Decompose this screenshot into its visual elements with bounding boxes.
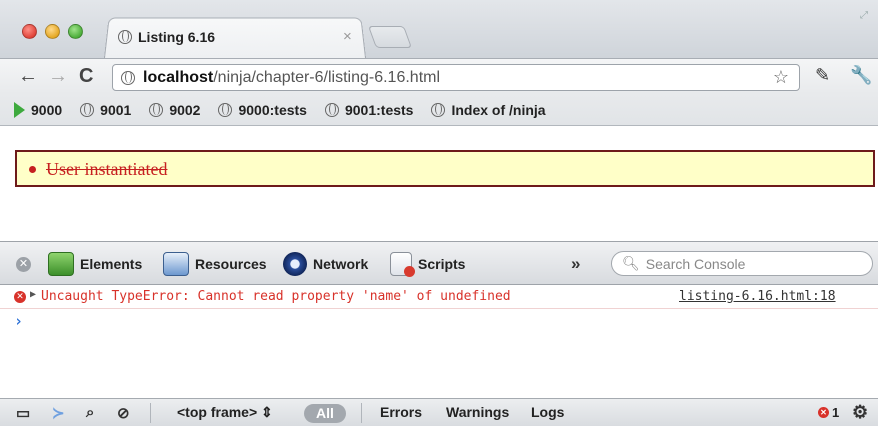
more-panels-button[interactable]: » xyxy=(571,254,580,274)
clear-console-icon[interactable]: ⊘ xyxy=(117,404,130,422)
gear-icon[interactable]: ⚙ xyxy=(852,402,868,423)
frame-selector[interactable]: <top frame> ⇕ xyxy=(177,404,273,421)
tab-close-icon[interactable]: × xyxy=(343,28,352,45)
tab-resources[interactable]: Resources xyxy=(163,251,267,277)
error-count: 1 xyxy=(832,405,840,420)
bookmark-item[interactable]: 9001:tests xyxy=(324,101,414,118)
error-source-link[interactable]: listing-6.16.html:18 xyxy=(679,289,836,304)
tab-elements[interactable]: Elements xyxy=(48,251,142,277)
tab-label: Elements xyxy=(80,256,143,272)
scripts-icon xyxy=(390,252,415,277)
console-prompt[interactable]: › xyxy=(14,312,23,330)
url-host: localhost xyxy=(143,68,214,86)
search-icon: 🔍︎ xyxy=(622,255,640,271)
bookmark-label: 9001 xyxy=(100,101,132,118)
back-button[interactable]: ← xyxy=(18,65,38,87)
error-icon: ✕ xyxy=(14,291,26,303)
globe-icon xyxy=(218,102,233,117)
window-minimize-button[interactable] xyxy=(45,24,60,39)
tab-label: Scripts xyxy=(418,256,466,272)
globe-icon xyxy=(118,30,132,44)
globe-icon xyxy=(149,102,164,117)
tab-scripts[interactable]: Scripts xyxy=(390,251,465,277)
filter-all-button[interactable]: All xyxy=(304,404,346,423)
window-close-button[interactable] xyxy=(22,24,37,39)
new-tab-button[interactable] xyxy=(367,26,413,48)
browser-toolbar: ← → C localhost/ninja/chapter-6/listing-… xyxy=(0,58,878,94)
page-content: User instantiated xyxy=(0,126,878,240)
result-text: User instantiated xyxy=(46,159,168,179)
resources-icon xyxy=(163,252,189,276)
bookmark-label: Index of /ninja xyxy=(451,101,546,118)
globe-icon xyxy=(431,102,446,117)
tab-title: Listing 6.16 xyxy=(138,29,216,45)
bookmarks-bar: 9000 9001 9002 9000:tests 9001:tests Ind… xyxy=(0,94,878,126)
wrench-menu-icon[interactable]: 🔧 xyxy=(850,65,872,86)
tab-label: Network xyxy=(313,256,369,272)
list-item: User instantiated xyxy=(29,159,167,180)
error-count-badge[interactable]: ✕ 1 xyxy=(818,405,839,420)
bookmark-label: 9000:tests xyxy=(238,101,307,118)
search-icon[interactable]: ⌕ xyxy=(86,404,94,421)
network-icon xyxy=(283,252,307,276)
tab-network[interactable]: Network xyxy=(283,251,368,277)
bullet-icon xyxy=(29,166,36,173)
globe-icon xyxy=(324,102,339,117)
search-console-input[interactable]: 🔍︎ Search Console xyxy=(611,251,873,276)
results-list: User instantiated xyxy=(15,150,875,187)
bookmark-label: 9001:tests xyxy=(344,101,414,118)
bookmark-item[interactable]: 9001 xyxy=(80,102,131,118)
bookmark-label: 9000 xyxy=(31,101,63,118)
url-path: /ninja/chapter-6/listing-6.16.html xyxy=(213,68,441,86)
elements-icon xyxy=(48,252,74,276)
error-icon: ✕ xyxy=(818,407,829,418)
console-error-row[interactable]: ✕ ▶ Uncaught TypeError: Cannot read prop… xyxy=(0,285,878,309)
expand-triangle-icon[interactable]: ▶ xyxy=(30,289,36,300)
fullscreen-icon[interactable]: ⤢ xyxy=(860,10,870,21)
show-console-icon[interactable]: ≻ xyxy=(52,404,65,422)
bookmark-item[interactable]: 9000:tests xyxy=(218,102,307,118)
devtools-toolbar: ✕ Elements Resources Network Scripts » 🔍… xyxy=(0,241,878,285)
divider xyxy=(150,403,151,423)
url-text[interactable]: localhost/ninja/chapter-6/listing-6.16.h… xyxy=(143,69,440,87)
tab-label-group[interactable]: Listing 6.16 xyxy=(118,24,215,50)
console-output[interactable]: ✕ ▶ Uncaught TypeError: Cannot read prop… xyxy=(0,285,878,398)
bookmark-label: 9002 xyxy=(169,101,201,118)
tab-label: Resources xyxy=(195,256,267,272)
search-placeholder: Search Console xyxy=(645,255,746,272)
divider xyxy=(361,403,362,423)
bookmark-item[interactable]: 9002 xyxy=(149,102,200,118)
extension-icon[interactable]: ✎ xyxy=(815,65,830,86)
address-bar[interactable]: localhost/ninja/chapter-6/listing-6.16.h… xyxy=(112,64,800,91)
globe-icon xyxy=(80,102,95,117)
bookmark-item[interactable]: Index of /ninja xyxy=(431,101,546,118)
forward-button[interactable]: → xyxy=(48,65,68,87)
bookmark-item[interactable]: 9000 xyxy=(14,101,63,118)
play-icon xyxy=(14,101,25,118)
devtools-status-bar: ▭ ≻ ⌕ ⊘ <top frame> ⇕ All Errors Warning… xyxy=(0,398,878,426)
reload-button[interactable]: C xyxy=(79,65,93,87)
filter-logs-button[interactable]: Logs xyxy=(531,404,564,420)
frame-arrows-icon: ⇕ xyxy=(261,404,273,420)
filter-warnings-button[interactable]: Warnings xyxy=(446,404,509,420)
bookmark-star-icon[interactable]: ☆ xyxy=(773,67,789,88)
dock-icon[interactable]: ▭ xyxy=(16,404,30,422)
frame-label: <top frame> xyxy=(177,404,258,420)
filter-errors-button[interactable]: Errors xyxy=(380,404,422,420)
tab-strip: Listing 6.16 × ⤢ xyxy=(0,0,878,58)
error-message: Uncaught TypeError: Cannot read property… xyxy=(41,289,511,304)
window-maximize-button[interactable] xyxy=(68,24,83,39)
close-devtools-icon[interactable]: ✕ xyxy=(16,257,31,272)
globe-icon xyxy=(121,70,135,85)
